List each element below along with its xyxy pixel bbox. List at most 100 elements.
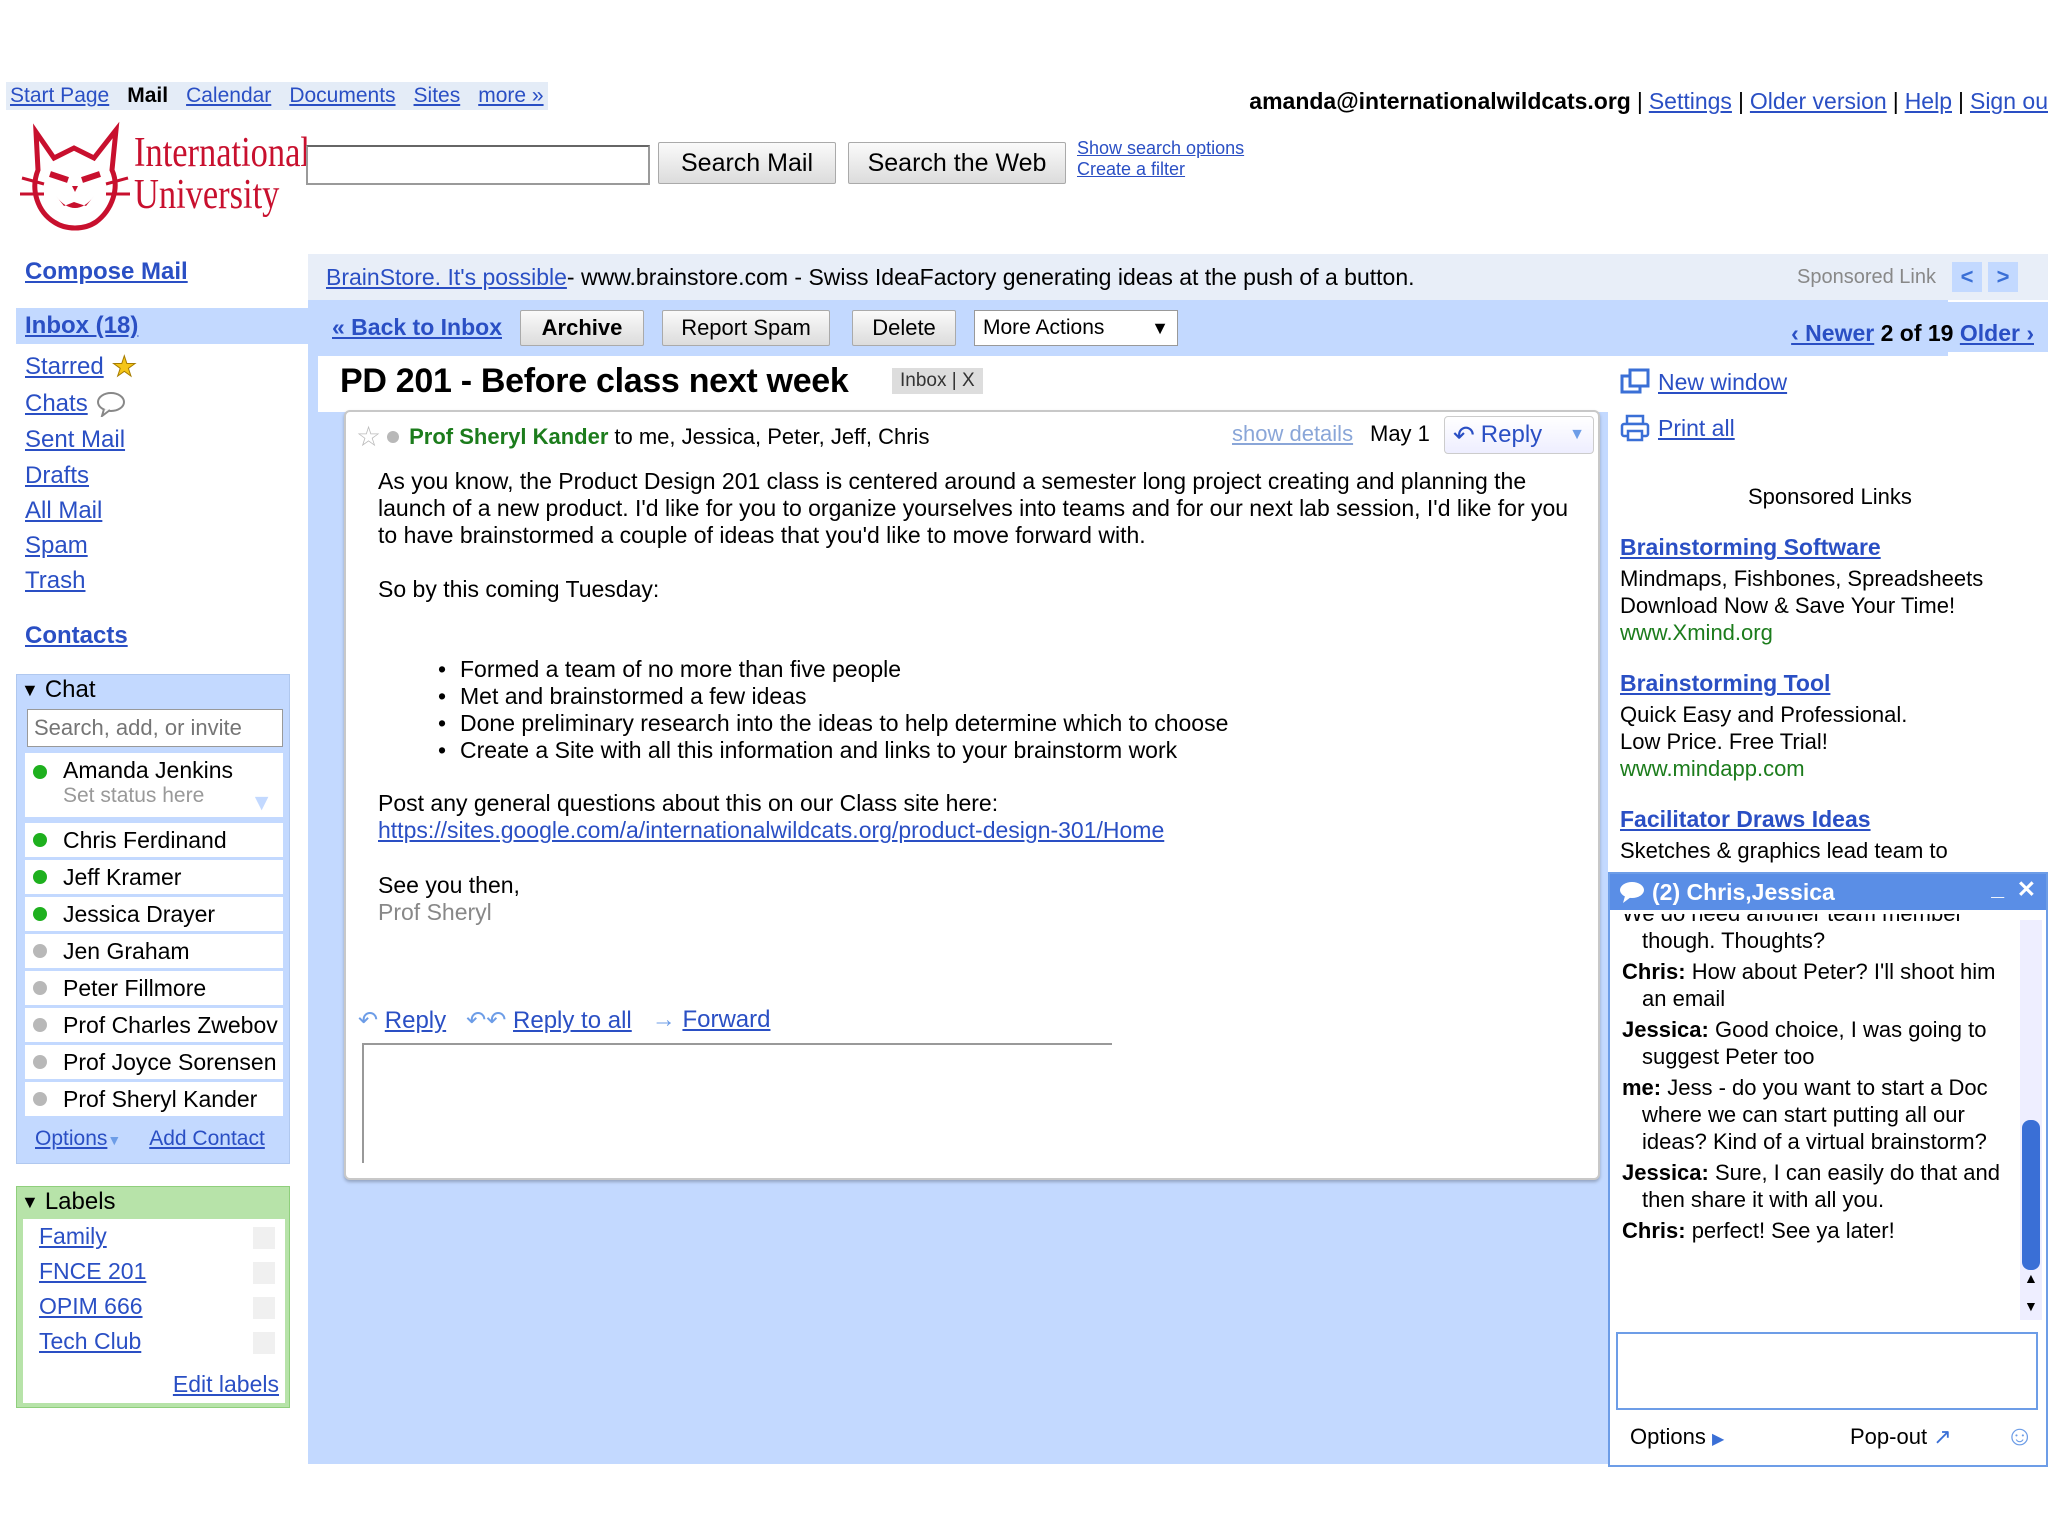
chat-message-input[interactable] [1616, 1332, 2038, 1410]
nav-calendar[interactable]: Calendar [186, 84, 271, 108]
delete-button[interactable]: Delete [852, 310, 956, 346]
ad-title-link[interactable]: Brainstorming Software [1620, 534, 1881, 561]
contact-item[interactable]: Jessica Drayer [25, 897, 283, 931]
sidebar-item-starred[interactable]: Starred ★ [25, 350, 137, 383]
reply-dropdown-icon[interactable]: ▼ [1569, 426, 1585, 444]
reply-link[interactable]: ↶ Reply [358, 1006, 446, 1035]
sidebar-item-spam[interactable]: Spam [25, 532, 88, 560]
sidebar-item-inbox[interactable]: Inbox (18) [25, 312, 138, 340]
report-spam-button[interactable]: Report Spam [662, 310, 830, 346]
list-item: Formed a team of no more than five peopl… [438, 656, 901, 683]
print-all-label: Print all [1658, 414, 1735, 441]
chat-options-menu[interactable]: Options ▶ [1630, 1424, 1724, 1450]
label-opim-666[interactable]: OPIM 666 [39, 1293, 143, 1320]
ad-prev-button[interactable]: < [1952, 262, 1982, 292]
scroll-up-icon[interactable]: ▲ [2024, 1270, 2038, 1286]
sender-name[interactable]: Prof Sheryl Kander [409, 424, 608, 450]
scroll-down-icon[interactable]: ▼ [2024, 1298, 2038, 1314]
sidebar-item-trash[interactable]: Trash [25, 567, 85, 595]
quick-reply-textarea[interactable] [362, 1043, 1112, 1163]
label-family[interactable]: Family [39, 1223, 107, 1250]
reply-button[interactable]: ↶ Reply ▼ [1444, 416, 1594, 454]
back-to-inbox-link[interactable]: « Back to Inbox [332, 314, 502, 341]
university-logo[interactable]: International University [16, 118, 310, 236]
chat-search-input[interactable] [27, 709, 283, 747]
contact-item[interactable]: Prof Sheryl Kander [25, 1082, 283, 1116]
nav-documents[interactable]: Documents [289, 84, 395, 108]
my-status[interactable]: Amanda Jenkins Set status here ▼ [25, 753, 283, 817]
show-details-link[interactable]: show details [1232, 421, 1353, 447]
ad-url[interactable]: www.Xmind.org [1620, 619, 2040, 646]
more-actions-select[interactable]: More Actions ▼ [974, 310, 1178, 346]
pop-out-link[interactable]: Pop-out ↗ [1850, 1424, 1952, 1450]
label-color-swatch[interactable] [253, 1227, 275, 1249]
offline-status-icon [33, 981, 47, 995]
class-site-link[interactable]: https://sites.google.com/a/international… [378, 817, 1164, 844]
older-version-link[interactable]: Older version [1750, 88, 1887, 114]
status-message[interactable]: Set status here [63, 784, 233, 808]
newer-link[interactable]: ‹ Newer [1791, 320, 1874, 346]
search-mail-button[interactable]: Search Mail [658, 142, 836, 184]
reply-all-link[interactable]: ↶↶ Reply to all [466, 1006, 632, 1035]
label-tech-club[interactable]: Tech Club [39, 1328, 141, 1355]
star-outline-icon[interactable]: ☆ [356, 420, 381, 453]
create-filter-link[interactable]: Create a filter [1077, 159, 1244, 180]
sidebar-item-drafts[interactable]: Drafts [25, 462, 89, 490]
contact-item[interactable]: Peter Fillmore [25, 971, 283, 1005]
labels-header[interactable]: ▼ Labels [21, 1187, 116, 1217]
label-color-swatch[interactable] [253, 1262, 275, 1284]
help-link[interactable]: Help [1905, 88, 1952, 114]
close-icon[interactable]: ✕ [2017, 876, 2036, 903]
label-color-swatch[interactable] [253, 1297, 275, 1319]
sidebar-item-chats[interactable]: Chats [25, 390, 126, 418]
inbox-label-tag[interactable]: Inbox | X [892, 368, 983, 394]
chat-window-titlebar[interactable]: (2) Chris,Jessica _ ✕ [1610, 874, 2046, 910]
ad-link[interactable]: BrainStore. It's possible [326, 264, 567, 291]
offline-status-icon [33, 1092, 47, 1106]
scrollbar-thumb[interactable] [2022, 1120, 2040, 1270]
account-bar: amanda@internationalwildcats.org | Setting… [1249, 88, 2048, 114]
contact-name: Prof Sheryl Kander [63, 1085, 258, 1112]
chat-scrollbar[interactable]: ▲ ▼ [2020, 920, 2042, 1320]
chat-options-link[interactable]: Options▼ [35, 1127, 121, 1151]
contact-item[interactable]: Jen Graham [25, 934, 283, 968]
contact-item[interactable]: Jeff Kramer [25, 860, 283, 894]
search-options: Show search options Create a filter [1077, 138, 1244, 180]
settings-link[interactable]: Settings [1649, 88, 1732, 114]
edit-labels-link[interactable]: Edit labels [173, 1371, 279, 1398]
labels-panel: ▼ Labels Family FNCE 201 OPIM 666 Tech Cl… [16, 1186, 290, 1408]
older-link[interactable]: Older › [1960, 320, 2034, 346]
ad-next-button[interactable]: > [1988, 262, 2018, 292]
ad-url[interactable]: www.mindapp.com [1620, 755, 2040, 782]
ad-title-link[interactable]: Brainstorming Tool [1620, 670, 1830, 697]
nav-mail[interactable]: Mail [127, 84, 168, 108]
add-contact-link[interactable]: Add Contact [149, 1127, 265, 1151]
label-color-swatch[interactable] [253, 1332, 275, 1354]
contacts-link[interactable]: Contacts [25, 622, 128, 650]
contact-item[interactable]: Prof Joyce Sorensen [25, 1045, 283, 1079]
chat-header[interactable]: ▼ Chat [21, 675, 96, 705]
ad-body: Mindmaps, Fishbones, Spreadsheets Downlo… [1620, 565, 2040, 646]
contact-name: Jen Graham [63, 937, 190, 964]
sidebar-item-sent[interactable]: Sent Mail [25, 426, 125, 454]
sign-out-link[interactable]: Sign ou [1970, 88, 2048, 114]
search-input[interactable] [306, 145, 650, 185]
nav-sites[interactable]: Sites [414, 84, 461, 108]
nav-more[interactable]: more » [478, 84, 543, 108]
sidebar-item-all-mail[interactable]: All Mail [25, 497, 102, 525]
contact-item[interactable]: Chris Ferdinand [25, 823, 283, 857]
nav-start-page[interactable]: Start Page [10, 84, 109, 108]
status-dropdown-icon[interactable]: ▼ [250, 789, 273, 816]
ad-title-link[interactable]: Facilitator Draws Ideas [1620, 806, 1871, 833]
minimize-icon[interactable]: _ [1991, 874, 2004, 901]
label-fnce-201[interactable]: FNCE 201 [39, 1258, 146, 1285]
new-window-link[interactable]: New window [1620, 368, 1787, 396]
archive-button[interactable]: Archive [520, 310, 644, 346]
forward-link[interactable]: → Forward [652, 1006, 771, 1035]
search-web-button[interactable]: Search the Web [848, 142, 1066, 184]
print-all-link[interactable]: Print all [1620, 414, 1735, 442]
compose-mail-link[interactable]: Compose Mail [25, 258, 188, 286]
emoticon-icon[interactable]: ☺ [2005, 1420, 2034, 1452]
contact-item[interactable]: Prof Charles Zwebov [25, 1008, 283, 1042]
show-search-options-link[interactable]: Show search options [1077, 138, 1244, 159]
